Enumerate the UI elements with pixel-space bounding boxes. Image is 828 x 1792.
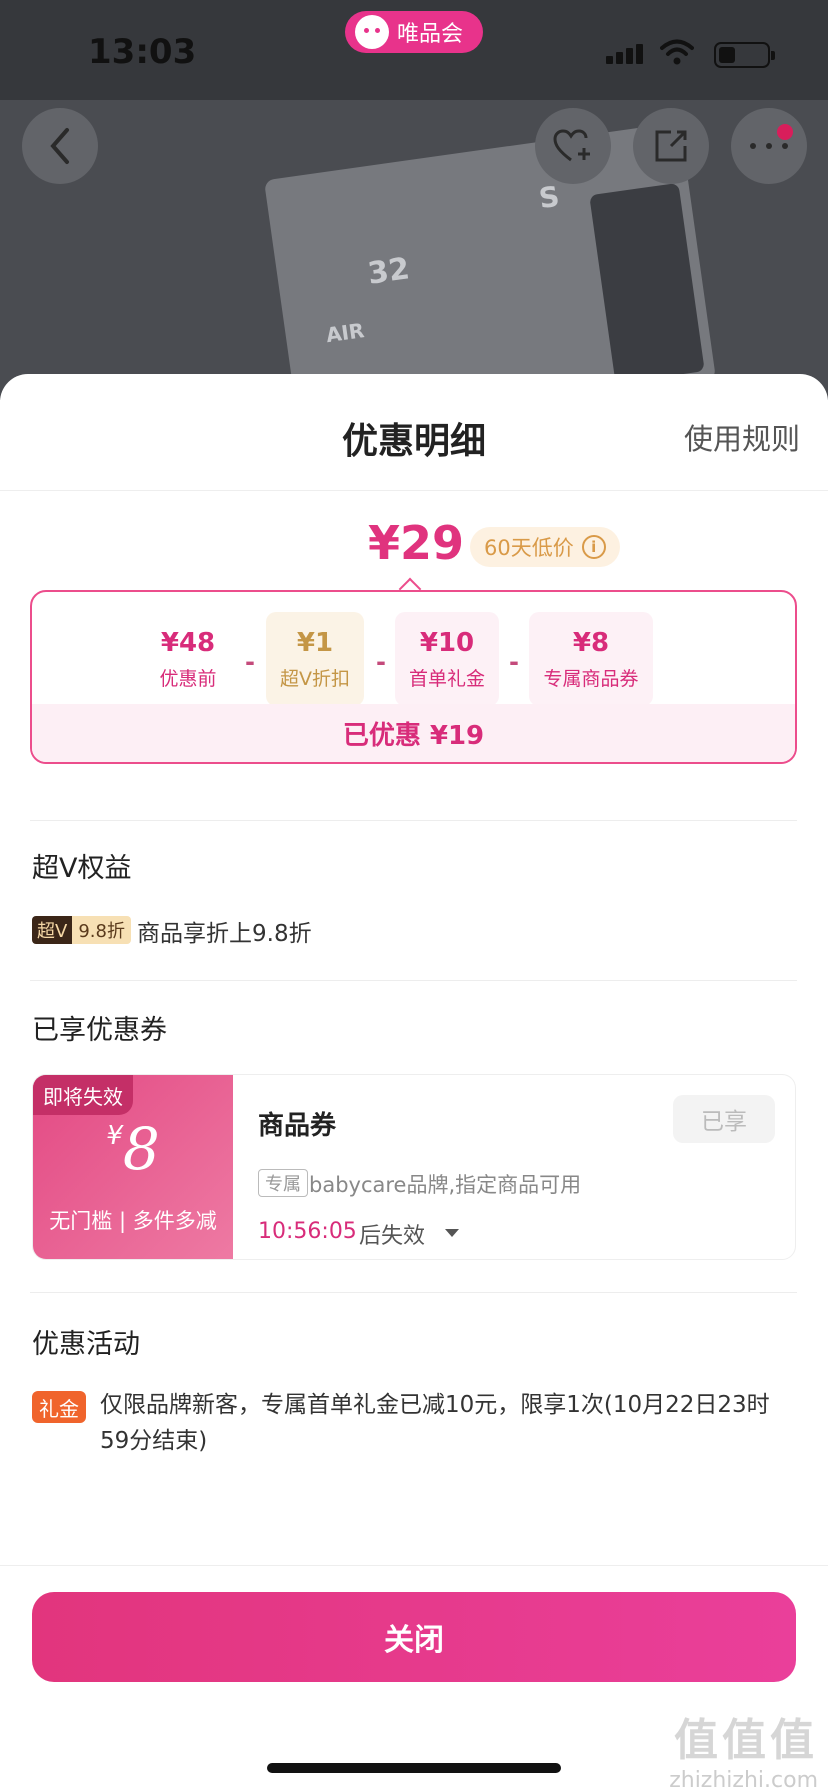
info-icon: i [581, 535, 606, 559]
watermark: 值值值 zhizhizhi.com [669, 1704, 818, 1792]
price-breakdown: ¥48 优惠前 - ¥1 超V折扣 - ¥10 首单礼金 - ¥8 专属商品券 … [30, 590, 797, 764]
gift-tag: 礼金 [32, 1391, 86, 1423]
breakdown-coupon: ¥8 专属商品券 [529, 612, 653, 706]
coupon-value-panel: 即将失效 ¥8 无门槛 | 多件多减 [33, 1075, 233, 1259]
low-price-label: 60天低价 [484, 536, 574, 560]
minus-sign: - [245, 648, 255, 676]
home-indicator[interactable] [267, 1763, 561, 1773]
breakdown-label: 专属商品券 [543, 667, 639, 690]
breakdown-value: ¥8 [572, 627, 610, 658]
saved-total: 已优惠 ¥19 [32, 704, 795, 762]
coupon-countdown: 10:56:05 [258, 1219, 357, 1244]
coupon-condition: 无门槛 | 多件多减 [49, 1209, 217, 1233]
breakdown-value: ¥1 [296, 627, 334, 658]
coupon-description: babycare品牌,指定商品可用 [309, 1173, 582, 1197]
divider [30, 1292, 797, 1293]
coupon-amount-value: 8 [122, 1115, 160, 1183]
coupon-card[interactable]: 即将失效 ¥8 无门槛 | 多件多减 商品券 已享 专属 babycare品牌,… [32, 1074, 796, 1260]
close-button[interactable]: 关闭 [32, 1592, 796, 1682]
minus-sign: - [376, 648, 386, 676]
super-v-tag-discount: 9.8折 [72, 916, 131, 944]
status-time: 13:03 [88, 32, 197, 72]
battery-icon [714, 42, 775, 68]
coupon-name: 商品券 [258, 1111, 337, 1141]
more-button[interactable] [731, 108, 807, 184]
expiring-tag: 即将失效 [33, 1075, 133, 1115]
watermark-url: zhizhizhi.com [669, 1768, 818, 1792]
coupon-amount: ¥8 [33, 1115, 233, 1183]
divider [0, 490, 828, 491]
signal-icon [606, 44, 643, 64]
activity-text: 仅限品牌新客，专属首单礼金已减10元，限享1次(10月22日23时59分结束) [100, 1392, 770, 1454]
caret-down-icon[interactable] [445, 1229, 459, 1237]
coupon-applied-button[interactable]: 已享 [673, 1095, 775, 1143]
rules-link[interactable]: 使用规则 [684, 416, 800, 458]
discount-detail-sheet: 优惠明细 使用规则 ¥29 60天低价 i ¥48 优惠前 - ¥1 超V折扣 … [0, 374, 828, 1792]
coupon-currency: ¥ [106, 1121, 123, 1151]
breakdown-original: ¥48 优惠前 [144, 612, 232, 706]
super-v-title: 超V权益 [32, 853, 132, 884]
heart-add-icon [553, 129, 590, 162]
super-v-tag-label: 超V [32, 916, 73, 944]
watermark-logo: 值值值 [674, 1715, 818, 1766]
app-badge-label: 唯品会 [397, 22, 464, 47]
breakdown-super-v: ¥1 超V折扣 [266, 612, 364, 706]
breakdown-label: 优惠前 [159, 667, 217, 690]
favorite-button[interactable] [535, 108, 611, 184]
super-v-tag: 超V 9.8折 [32, 916, 131, 944]
activities-title: 优惠活动 [32, 1329, 140, 1360]
share-button[interactable] [633, 108, 709, 184]
mascot-icon [355, 15, 389, 49]
low-price-badge[interactable]: 60天低价 i [470, 527, 620, 567]
chevron-left-icon [50, 128, 69, 164]
product-background: 32 S AIR 13:03 唯品会 [0, 0, 828, 400]
exclusive-tag: 专属 [258, 1169, 308, 1197]
breakdown-first-order: ¥10 首单礼金 [395, 612, 499, 706]
app-badge: 唯品会 [345, 11, 483, 53]
minus-sign: - [509, 648, 519, 676]
more-icon [750, 143, 788, 149]
breakdown-label: 超V折扣 [280, 667, 350, 690]
breakdown-value: ¥48 [160, 627, 216, 658]
countdown-suffix: 后失效 [359, 1224, 426, 1249]
share-icon [655, 130, 687, 162]
super-v-text: 商品享折上9.8折 [137, 921, 312, 947]
breakdown-label: 首单礼金 [408, 667, 485, 690]
coupon-perforation [225, 1075, 241, 1259]
breakdown-value: ¥10 [419, 627, 475, 658]
divider [0, 1565, 828, 1566]
wifi-icon [660, 39, 694, 65]
divider [30, 820, 797, 821]
divider [30, 980, 797, 981]
notification-dot [777, 124, 793, 140]
coupons-title: 已享优惠券 [32, 1015, 167, 1046]
back-button[interactable] [22, 108, 98, 184]
final-price: ¥29 [368, 516, 465, 570]
